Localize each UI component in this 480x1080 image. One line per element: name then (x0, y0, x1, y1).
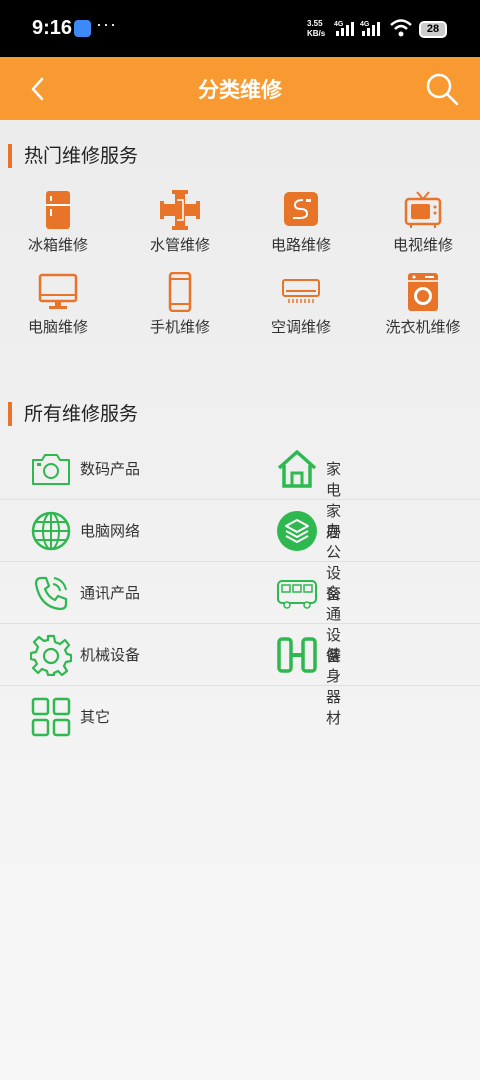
hot-item-fridge[interactable]: 冰箱维修 (0, 190, 118, 255)
home-icon (277, 450, 317, 488)
status-more-dots: ··· (96, 14, 117, 34)
hot-item-circuit[interactable]: 电路维修 (241, 190, 361, 255)
layers-icon (277, 511, 317, 551)
category-fitness[interactable]: 健身器材 (0, 624, 341, 727)
battery-icon: 28 (419, 21, 447, 38)
status-bar: 9:16 ··· 3.55 KB/s 4G 4G 28 (0, 0, 480, 57)
network-type-1: 4G (334, 21, 344, 28)
search-icon[interactable] (424, 71, 460, 107)
page-title: 分类维修 (198, 78, 282, 102)
hot-item-label: 洗衣机维修 (385, 318, 461, 336)
signal-icon: 4G (334, 21, 354, 36)
phone-icon (168, 272, 192, 312)
hot-item-label: 空调维修 (270, 318, 331, 336)
monitor-icon (38, 273, 78, 309)
air-conditioner-icon (282, 279, 320, 303)
category-transport[interactable]: 交通设备 (0, 562, 341, 665)
bus-icon (277, 580, 317, 609)
hot-item-label: 冰箱维修 (27, 236, 88, 254)
list-row: 数码产品 家电家居 (0, 438, 480, 541)
dumbbell-icon (277, 637, 317, 673)
notification-app-icon (74, 20, 91, 37)
circuit-icon (284, 192, 318, 226)
hot-item-tv[interactable]: 电视维修 (363, 190, 480, 255)
hot-item-label: 电脑维修 (27, 318, 88, 336)
hot-section-title: 热门维修服务 (8, 144, 138, 168)
network-type-2: 4G (360, 21, 370, 28)
network-speed-unit: KB/s (307, 29, 326, 38)
list-row: 其它 (0, 686, 480, 748)
category-other[interactable]: 其它 (0, 686, 240, 748)
network-speed: 3.55 KB/s (307, 19, 325, 39)
hot-item-label: 手机维修 (149, 318, 210, 336)
washing-machine-icon (408, 273, 438, 311)
category-label: 其它 (80, 708, 111, 726)
network-speed-value: 3.55 (307, 19, 323, 28)
hot-item-phone[interactable]: 手机维修 (120, 272, 240, 337)
pipe-icon (160, 190, 200, 230)
grid-icon (31, 697, 71, 737)
hot-item-ac[interactable]: 空调维修 (241, 272, 361, 337)
list-row: 机械设备 健身器材 (0, 624, 480, 727)
hot-item-label: 水管维修 (149, 236, 210, 254)
tv-icon (404, 191, 442, 228)
hot-item-label: 电路维修 (270, 236, 331, 254)
category-appliance[interactable]: 家电家居 (0, 438, 341, 541)
hot-item-washer[interactable]: 洗衣机维修 (363, 272, 480, 337)
hot-item-computer[interactable]: 电脑维修 (0, 272, 118, 337)
status-time: 9:16 (32, 17, 73, 39)
signal-icon-2: 4G (360, 21, 380, 36)
all-section-title: 所有维修服务 (8, 402, 138, 426)
wifi-icon (390, 19, 412, 37)
category-office[interactable]: 办公设备 (0, 500, 341, 603)
hot-item-label: 电视维修 (392, 236, 453, 254)
list-row: 电脑网络 办公设备 (0, 500, 480, 603)
fridge-icon (46, 191, 70, 229)
hot-item-pipe[interactable]: 水管维修 (120, 190, 240, 255)
nav-bar: 分类维修 (0, 57, 480, 120)
list-row: 通讯产品 交通设备 (0, 562, 480, 665)
